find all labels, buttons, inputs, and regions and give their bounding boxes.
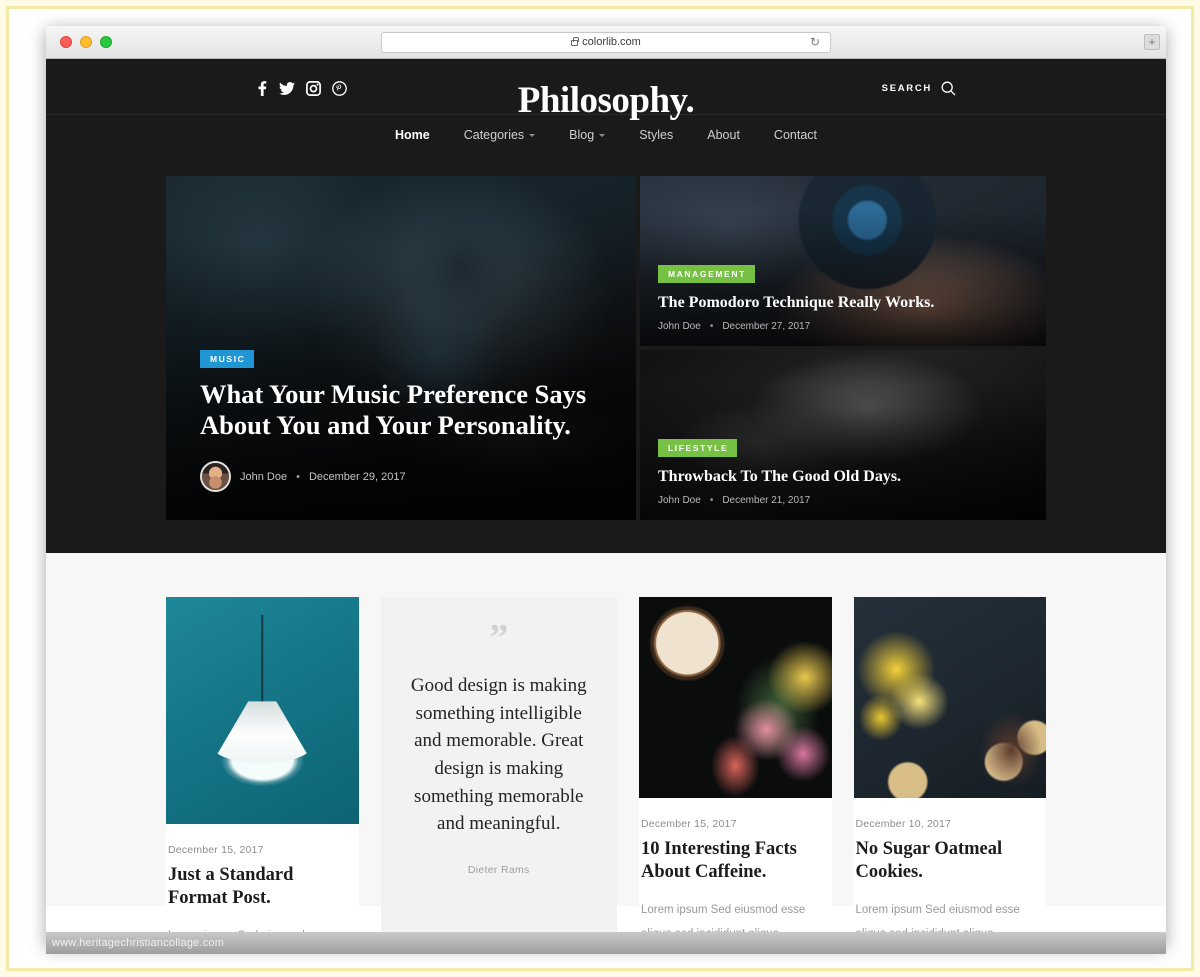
post-title-1: Just a Standard Format Post.: [168, 865, 294, 908]
twitter-icon[interactable]: [279, 81, 295, 96]
nav-item-styles[interactable]: Styles: [622, 128, 690, 142]
hero-section: MUSIC What Your Music Preference Says Ab…: [46, 156, 1166, 553]
url-text: colorlib.com: [582, 36, 641, 48]
coffee-image: [639, 597, 832, 798]
close-window-button[interactable]: [60, 36, 72, 48]
post-card-standard-format[interactable]: December 15, 2017 Just a Standard Format…: [166, 597, 359, 946]
hero-side-meta-2: John Doe • December 21, 2017: [658, 495, 1028, 506]
post-date-3: December 10, 2017: [855, 818, 952, 830]
search-label: SEARCH: [881, 83, 932, 94]
nav-item-contact[interactable]: Contact: [757, 128, 834, 142]
nav-label-styles: Styles: [639, 128, 674, 142]
site-logo[interactable]: Philosophy.: [518, 79, 695, 122]
post-card-caffeine[interactable]: December 15, 2017 10 Interesting Facts A…: [639, 597, 832, 946]
lamp-image: [166, 597, 359, 824]
maximize-window-button[interactable]: [100, 36, 112, 48]
lock-icon: [571, 37, 579, 46]
minimize-window-button[interactable]: [80, 36, 92, 48]
instagram-icon[interactable]: [306, 81, 321, 96]
post-thumbnail-lamp: [166, 597, 359, 824]
meta-separator: •: [709, 495, 714, 506]
post-content-1: December 15, 2017 Just a Standard Format…: [166, 824, 359, 946]
post-title-3: No Sugar Oatmeal Cookies.: [855, 839, 1003, 882]
header-top-bar: Philosophy. SEARCH: [46, 59, 1166, 121]
nav-label-home: Home: [394, 128, 430, 142]
meta-separator: •: [296, 470, 300, 483]
post-thumbnail-coffee: [639, 597, 832, 798]
hero-featured-author: John Doe: [240, 470, 288, 483]
flowers-image: [853, 597, 1046, 798]
site-content: Philosophy. SEARCH Home Categories Blog …: [46, 59, 1166, 946]
nav-label-categories: Categories: [463, 128, 525, 142]
quote-mark-icon: ”: [489, 617, 509, 659]
hero-side-body-2: LIFESTYLE Throwback To The Good Old Days…: [640, 438, 1046, 520]
hero-side-title-1: The Pomodoro Technique Really Works.: [658, 294, 935, 312]
watermark-text: www.heritagechristiancollage.com: [52, 937, 225, 949]
hero-featured-article[interactable]: MUSIC What Your Music Preference Says Ab…: [166, 176, 636, 520]
browser-window: colorlib.com ↻ + Philosophy. SEARCH Home…: [46, 26, 1166, 946]
post-title-2: 10 Interesting Facts About Caffeine.: [641, 839, 797, 882]
hero-side-meta-1: John Doe • December 27, 2017: [658, 321, 1028, 332]
search-icon: [941, 81, 956, 96]
nav-item-categories[interactable]: Categories: [447, 128, 552, 142]
hero-side-article-1[interactable]: MANAGEMENT The Pomodoro Technique Really…: [640, 176, 1046, 346]
hero-grid: MUSIC What Your Music Preference Says Ab…: [166, 176, 1046, 520]
hero-side-date-2: December 21, 2017: [722, 495, 811, 506]
traffic-lights: [60, 36, 112, 48]
nav-label-contact: Contact: [773, 128, 818, 142]
post-card-oatmeal-cookies[interactable]: December 10, 2017 No Sugar Oatmeal Cooki…: [853, 597, 1047, 946]
hero-side-body-1: MANAGEMENT The Pomodoro Technique Really…: [640, 264, 1046, 346]
hero-featured-date: December 29, 2017: [308, 470, 406, 483]
hero-featured-body: MUSIC What Your Music Preference Says Ab…: [166, 349, 636, 520]
post-content-3: December 10, 2017 No Sugar Oatmeal Cooki…: [854, 798, 1047, 946]
posts-grid: December 15, 2017 Just a Standard Format…: [166, 597, 1046, 946]
chevron-down-icon: [599, 133, 606, 137]
nav-label-about: About: [707, 128, 740, 142]
post-date-2: December 15, 2017: [641, 818, 737, 830]
avatar: [200, 461, 231, 492]
search-button[interactable]: SEARCH: [882, 81, 956, 96]
quote-card[interactable]: ” Good design is making something intell…: [380, 597, 617, 946]
category-badge-lifestyle[interactable]: LIFESTYLE: [658, 439, 738, 458]
social-links: [256, 81, 347, 96]
meta-separator: •: [709, 321, 714, 332]
hero-side-article-2[interactable]: LIFESTYLE Throwback To The Good Old Days…: [640, 350, 1046, 520]
hero-side-column: MANAGEMENT The Pomodoro Technique Really…: [640, 176, 1046, 520]
hero-featured-title: What Your Music Preference Says About Yo…: [200, 379, 587, 440]
pinterest-icon[interactable]: [332, 81, 347, 96]
hero-featured-meta: John Doe • December 29, 2017: [200, 461, 602, 492]
site-header: Philosophy. SEARCH Home Categories Blog …: [46, 59, 1166, 156]
post-content-2: December 15, 2017 10 Interesting Facts A…: [639, 798, 832, 946]
post-date-1: December 15, 2017: [168, 844, 264, 856]
hero-side-title-2: Throwback To The Good Old Days.: [658, 468, 902, 486]
url-bar[interactable]: colorlib.com ↻: [381, 31, 831, 53]
posts-section: December 15, 2017 Just a Standard Format…: [46, 553, 1166, 946]
page-frame: colorlib.com ↻ + Philosophy. SEARCH Home…: [0, 0, 1200, 977]
reload-icon[interactable]: ↻: [810, 36, 822, 48]
post-thumbnail-flowers: [853, 597, 1046, 798]
hero-side-date-1: December 27, 2017: [722, 321, 811, 332]
quote-text: Good design is making something intellig…: [410, 674, 587, 835]
category-badge-management[interactable]: MANAGEMENT: [658, 265, 755, 284]
quote-author: Dieter Rams: [467, 864, 530, 877]
hero-side-author-1: John Doe: [658, 321, 701, 332]
nav-item-blog[interactable]: Blog: [552, 128, 622, 142]
hero-side-author-2: John Doe: [658, 495, 701, 506]
nav-item-about[interactable]: About: [690, 128, 757, 142]
category-badge-music[interactable]: MUSIC: [200, 350, 255, 368]
browser-chrome: colorlib.com ↻ +: [46, 26, 1166, 59]
chevron-down-icon: [529, 133, 536, 137]
nav-item-home[interactable]: Home: [378, 128, 447, 142]
new-tab-button[interactable]: +: [1144, 34, 1160, 50]
facebook-icon[interactable]: [256, 81, 268, 96]
url-text-wrap: colorlib.com: [571, 36, 641, 48]
nav-label-blog: Blog: [569, 128, 595, 142]
watermark-bar: www.heritagechristiancollage.com: [46, 932, 1166, 954]
